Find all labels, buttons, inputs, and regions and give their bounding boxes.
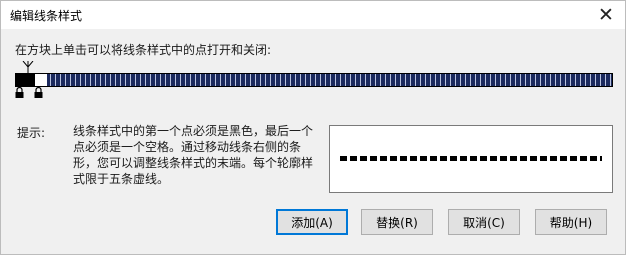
end-marker-handle[interactable] [21,61,35,75]
hint-label: 提示: [17,126,46,140]
add-button[interactable]: 添加(A) [276,209,348,235]
close-button[interactable]: ✕ [593,2,619,28]
close-icon: ✕ [598,4,614,26]
instruction-text: 在方块上单击可以将线条样式中的点打开和关闭: [15,43,272,57]
dot-segment-on[interactable] [15,73,35,87]
edit-line-style-dialog: 编辑线条样式 ✕ 在方块上单击可以将线条样式中的点打开和关闭: 提示: 线条样式… [0,0,626,255]
dot-track[interactable] [15,73,613,87]
line-style-preview [329,125,613,193]
help-button[interactable]: 帮助(H) [535,209,607,235]
lock-icon [15,87,24,98]
title-bar: 编辑线条样式 ✕ [1,1,625,29]
cancel-button[interactable]: 取消(C) [448,209,520,235]
hint-text: 线条样式中的第一个点必须是黑色，最后一个点必须是一个空格。通过移动线条右侧的条形… [73,124,314,186]
replace-button[interactable]: 替换(R) [361,209,433,235]
dialog-title: 编辑线条样式 [10,9,83,23]
lock-icon [34,87,43,98]
line-style-editor[interactable] [15,73,613,87]
preview-dashed-line [340,156,602,161]
dot-segment-off[interactable] [35,73,47,87]
